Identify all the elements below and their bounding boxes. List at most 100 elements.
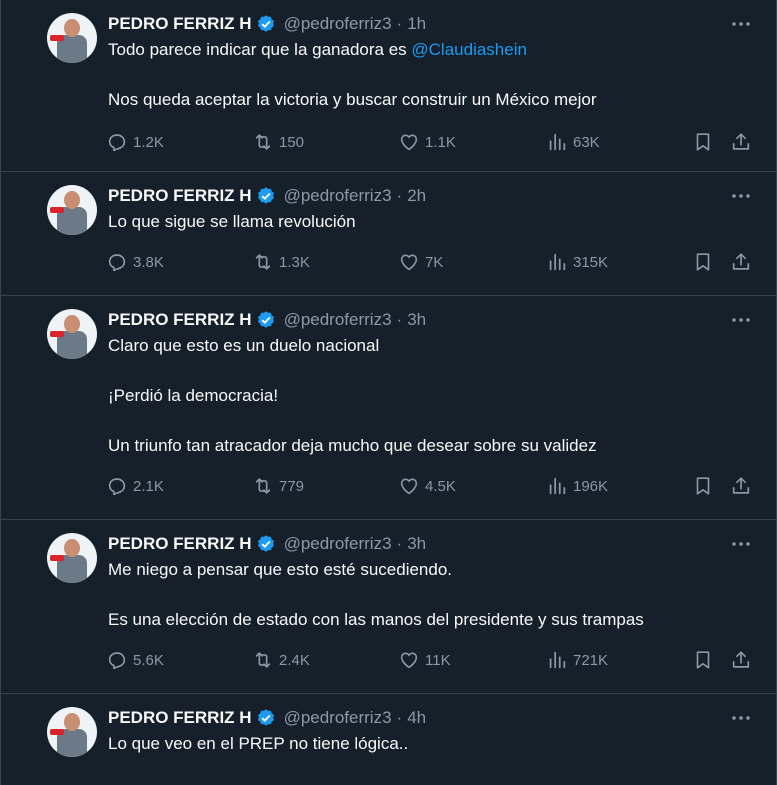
views-bars-icon	[549, 253, 566, 271]
repost-button[interactable]: 2.4K	[252, 649, 310, 671]
author-name[interactable]: PEDRO FERRIZ H	[108, 310, 252, 330]
avatar[interactable]	[47, 185, 97, 235]
tweet[interactable]: PEDRO FERRIZ H @pedroferriz3 · 1h Todo p…	[1, 0, 776, 172]
tweet-content: PEDRO FERRIZ H @pedroferriz3 · 2h Lo que…	[106, 184, 750, 295]
tweet-header: PEDRO FERRIZ H @pedroferriz3 · 3h	[108, 308, 708, 332]
repost-arrows-icon	[255, 652, 271, 668]
repost-arrows-icon	[255, 134, 271, 150]
tweet-time[interactable]: 3h	[407, 534, 426, 554]
reply-button[interactable]: 3.8K	[106, 251, 164, 273]
reply-count: 3.8K	[133, 253, 164, 271]
tweet-header: PEDRO FERRIZ H @pedroferriz3 · 1h	[108, 12, 708, 36]
share-upload-icon	[732, 651, 750, 668]
tweet-actions: 2.1K 779 4.5K 196K	[106, 474, 750, 498]
tweet-time[interactable]: 4h	[407, 708, 426, 728]
view-count: 315K	[573, 253, 609, 271]
tweet-paragraph: Claro que esto es un duelo nacional	[108, 336, 380, 355]
like-button[interactable]: 11K	[398, 649, 451, 671]
tweet[interactable]: PEDRO FERRIZ H @pedroferriz3 · 3h Claro …	[1, 296, 776, 520]
views-button[interactable]: 721K	[546, 649, 608, 671]
tweet-text: Me niego a pensar que esto esté sucedien…	[108, 558, 708, 632]
like-button[interactable]: 7K	[398, 251, 443, 273]
bookmark-button[interactable]	[692, 251, 714, 273]
author-name[interactable]: PEDRO FERRIZ H	[108, 534, 252, 554]
tweet[interactable]: PEDRO FERRIZ H @pedroferriz3 · 2h Lo que…	[1, 172, 776, 296]
share-button[interactable]	[730, 649, 752, 671]
tweet[interactable]: PEDRO FERRIZ H @pedroferriz3 · 3h Me nie…	[1, 520, 776, 694]
tweet[interactable]: PEDRO FERRIZ H @pedroferriz3 · 4h Lo que…	[1, 694, 776, 785]
bookmark-icon	[696, 651, 710, 669]
reply-count: 1.2K	[133, 133, 164, 151]
verified-badge-icon	[256, 310, 276, 330]
heart-icon	[400, 478, 418, 495]
tweet-header: PEDRO FERRIZ H @pedroferriz3 · 3h	[108, 532, 708, 556]
mention-link[interactable]: @Claudiashein	[411, 40, 527, 59]
separator-dot: ·	[396, 186, 403, 205]
author-name[interactable]: PEDRO FERRIZ H	[108, 708, 252, 728]
tweet-time[interactable]: 2h	[407, 186, 426, 206]
share-upload-icon	[732, 253, 750, 270]
separator-dot: ·	[396, 708, 403, 727]
repost-count: 2.4K	[279, 651, 310, 669]
avatar[interactable]	[47, 533, 97, 583]
more-dots-icon[interactable]	[730, 310, 752, 330]
bookmark-icon	[696, 133, 710, 151]
repost-button[interactable]: 150	[252, 131, 304, 153]
share-button[interactable]	[730, 131, 752, 153]
bookmark-button[interactable]	[692, 131, 714, 153]
author-handle[interactable]: @pedroferriz3	[284, 534, 392, 554]
more-dots-icon[interactable]	[730, 708, 752, 728]
author-name[interactable]: PEDRO FERRIZ H	[108, 14, 252, 34]
tweet-paragraph: Es una elección de estado con las manos …	[108, 610, 644, 629]
author-handle[interactable]: @pedroferriz3	[284, 708, 392, 728]
avatar[interactable]	[47, 13, 97, 63]
repost-button[interactable]: 779	[252, 475, 304, 497]
more-dots-icon[interactable]	[730, 534, 752, 554]
author-handle[interactable]: @pedroferriz3	[284, 310, 392, 330]
author-handle[interactable]: @pedroferriz3	[284, 14, 392, 34]
bookmark-button[interactable]	[692, 649, 714, 671]
avatar[interactable]	[47, 707, 97, 757]
tweet-time[interactable]: 3h	[407, 310, 426, 330]
tweet-header: PEDRO FERRIZ H @pedroferriz3 · 2h	[108, 184, 708, 208]
reply-button[interactable]: 5.6K	[106, 649, 164, 671]
tweet-paragraph: Todo parece indicar que la ganadora es @…	[108, 38, 708, 62]
reply-bubble-icon	[108, 478, 126, 496]
like-count: 7K	[425, 253, 444, 271]
tweet-paragraph: Un triunfo tan atracador deja mucho que …	[108, 436, 597, 455]
reply-count: 5.6K	[133, 651, 164, 669]
more-dots-icon[interactable]	[730, 186, 752, 206]
repost-button[interactable]: 1.3K	[252, 251, 310, 273]
tweet-paragraph: Lo que veo en el PREP no tiene lógica..	[108, 734, 409, 753]
tweet-paragraph: Nos queda aceptar la victoria y buscar c…	[108, 90, 597, 109]
share-button[interactable]	[730, 475, 752, 497]
tweet-text: Lo que sigue se llama revolución	[108, 210, 708, 234]
author-handle[interactable]: @pedroferriz3	[284, 186, 392, 206]
avatar[interactable]	[47, 309, 97, 359]
repost-count: 1.3K	[279, 253, 310, 271]
views-button[interactable]: 196K	[546, 475, 608, 497]
reply-bubble-icon	[108, 254, 126, 272]
like-button[interactable]: 1.1K	[398, 131, 456, 153]
bookmark-icon	[696, 253, 710, 271]
reply-button[interactable]: 1.2K	[106, 131, 164, 153]
tweet-content: PEDRO FERRIZ H @pedroferriz3 · 3h Claro …	[106, 308, 750, 519]
reply-button[interactable]: 2.1K	[106, 475, 164, 497]
repost-count: 779	[279, 477, 305, 495]
share-upload-icon	[732, 133, 750, 150]
share-button[interactable]	[730, 251, 752, 273]
heart-icon	[400, 134, 418, 151]
like-count: 1.1K	[425, 133, 456, 151]
like-button[interactable]: 4.5K	[398, 475, 456, 497]
tweet-content: PEDRO FERRIZ H @pedroferriz3 · 1h Todo p…	[106, 12, 750, 171]
views-bars-icon	[549, 133, 566, 151]
tweet-time[interactable]: 1h	[407, 14, 426, 34]
views-button[interactable]: 315K	[546, 251, 608, 273]
bookmark-button[interactable]	[692, 475, 714, 497]
author-name[interactable]: PEDRO FERRIZ H	[108, 186, 252, 206]
reply-count: 2.1K	[133, 477, 164, 495]
view-count: 63K	[573, 133, 600, 151]
views-button[interactable]: 63K	[546, 131, 600, 153]
more-dots-icon[interactable]	[730, 14, 752, 34]
verified-badge-icon	[256, 708, 276, 728]
